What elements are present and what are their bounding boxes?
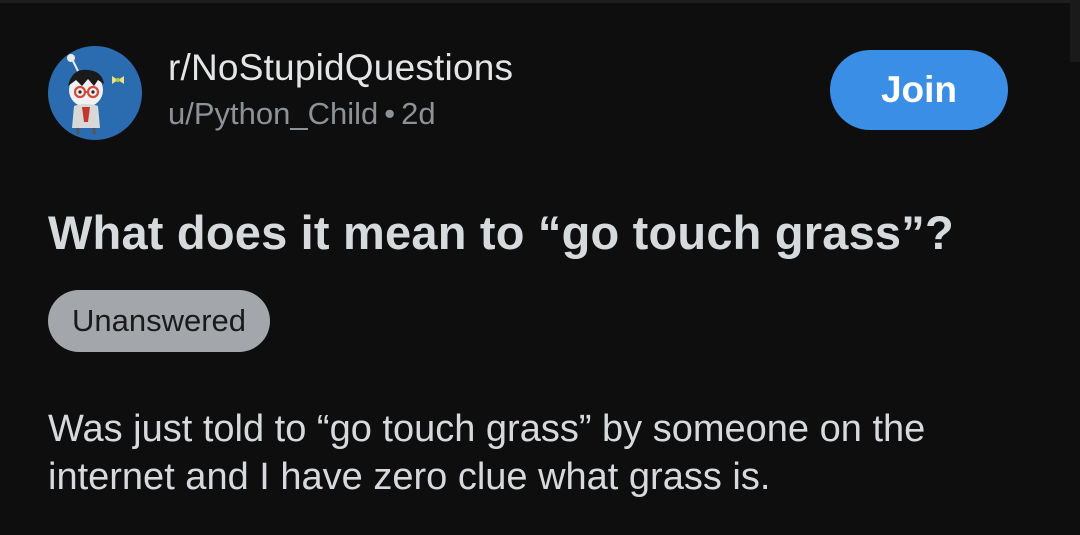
subreddit-name[interactable]: r/NoStupidQuestions bbox=[168, 44, 513, 92]
byline: u/Python_Child • 2d bbox=[168, 92, 513, 136]
post-header: r/NoStupidQuestions u/Python_Child • 2d Jo… bbox=[48, 44, 1008, 144]
post-age: 2d bbox=[401, 96, 436, 131]
post-body: Was just told to “go touch grass” by som… bbox=[48, 408, 926, 498]
post-flair[interactable]: Unanswered bbox=[48, 290, 271, 352]
separator-dot: • bbox=[384, 96, 396, 131]
right-edge-strip bbox=[1070, 0, 1080, 62]
subreddit-avatar-icon[interactable] bbox=[48, 46, 142, 140]
post-meta: r/NoStupidQuestions u/Python_Child • 2d bbox=[168, 44, 513, 136]
author-name[interactable]: u/Python_Child bbox=[168, 96, 378, 131]
join-button[interactable]: Join bbox=[830, 50, 1008, 130]
post-title[interactable]: What does it mean to “go touch grass”? bbox=[48, 198, 954, 268]
top-divider bbox=[0, 0, 1080, 3]
